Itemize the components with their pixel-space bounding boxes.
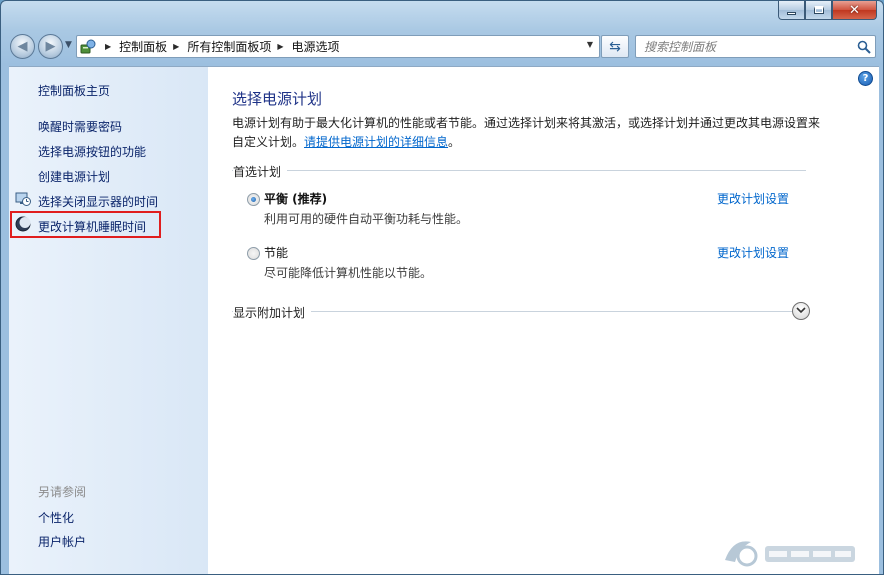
search-icon[interactable] <box>853 36 875 57</box>
divider <box>232 311 798 312</box>
chevron-down-icon <box>796 307 806 314</box>
forward-arrow-icon: ▶ <box>45 39 56 54</box>
page-description: 电源计划有助于最大化计算机的性能或者节能。通过选择计划来将其激活，或选择计划并通… <box>232 114 822 152</box>
sidebar-link-create-plan[interactable]: 创建电源计划 <box>38 168 110 185</box>
minimize-icon <box>787 11 796 15</box>
sidebar-link-power-buttons[interactable]: 选择电源按钮的功能 <box>38 143 146 160</box>
refresh-icon: ⇆ <box>609 38 621 55</box>
refresh-button[interactable]: ⇆ <box>601 35 629 58</box>
minimize-button[interactable] <box>778 1 805 20</box>
highlight-box <box>10 211 161 238</box>
breadcrumb-item-control-panel[interactable]: 控制面板 ▶ <box>119 36 187 57</box>
show-additional-plans-header[interactable]: 显示附加计划 <box>233 304 312 321</box>
sidebar-link-control-panel-home[interactable]: 控制面板主页 <box>38 82 110 99</box>
plan-power-saver-desc: 尽可能降低计算机性能以节能。 <box>264 266 433 280</box>
breadcrumb-separator-icon[interactable]: ▶ <box>173 42 179 51</box>
expand-additional-plans-button[interactable] <box>792 302 810 320</box>
plan-balanced-radio[interactable] <box>247 193 260 206</box>
breadcrumb-root-arrow[interactable]: ▶ <box>99 36 119 57</box>
maximize-icon <box>813 6 824 14</box>
address-bar[interactable]: ▶ 控制面板 ▶ 所有控制面板项 ▶ 电源选项 ▼ <box>76 35 600 58</box>
control-panel-window: ✕ ◀ ▶ ▼ ▶ 控制面板 ▶ 所有控制面板项 ▶ 电源选项 ▼ ⇆ 搜索控制… <box>0 0 884 575</box>
help-button[interactable]: ? <box>858 71 873 86</box>
description-end: 。 <box>448 135 461 149</box>
plan-power-saver-radio[interactable] <box>247 247 260 260</box>
back-arrow-icon: ◀ <box>17 39 28 54</box>
breadcrumb-separator-icon[interactable]: ▶ <box>277 42 283 51</box>
monitor-clock-icon <box>15 191 31 207</box>
plan-power-saver-change-settings-link[interactable]: 更改计划设置 <box>717 244 789 261</box>
task-sidebar: 控制面板主页 唤醒时需要密码 选择电源按钮的功能 创建电源计划 选择关闭显示器的… <box>9 67 208 574</box>
sidebar-link-display-off-time[interactable]: 选择关闭显示器的时间 <box>38 193 158 210</box>
search-input[interactable]: 搜索控制面板 <box>636 38 853 55</box>
maximize-button[interactable] <box>805 1 832 20</box>
help-icon: ? <box>862 73 869 84</box>
sidebar-link-user-accounts[interactable]: 用户帐户 <box>38 533 86 550</box>
breadcrumb-item-all-items[interactable]: 所有控制面板项 ▶ <box>187 36 291 57</box>
plan-balanced-change-settings-link[interactable]: 更改计划设置 <box>717 190 789 207</box>
main-panel: ? 选择电源计划 电源计划有助于最大化计算机的性能或者节能。通过选择计划来将其激… <box>208 67 879 574</box>
recent-pages-dropdown[interactable]: ▼ <box>65 40 72 50</box>
close-icon: ✕ <box>849 2 860 18</box>
navigation-bar: ◀ ▶ ▼ ▶ 控制面板 ▶ 所有控制面板项 ▶ 电源选项 ▼ ⇆ 搜索控制面板 <box>1 29 883 63</box>
page-title: 选择电源计划 <box>232 90 323 108</box>
breadcrumb-label: 电源选项 <box>291 40 340 54</box>
plan-details-link[interactable]: 请提供电源计划的详细信息 <box>304 135 448 149</box>
divider <box>232 170 806 171</box>
sidebar-link-personalization[interactable]: 个性化 <box>38 509 74 526</box>
see-also-header: 另请参阅 <box>38 485 87 499</box>
forward-button[interactable]: ▶ <box>38 34 63 59</box>
breadcrumb-label: 所有控制面板项 <box>187 40 272 54</box>
caption-buttons: ✕ <box>778 1 877 21</box>
breadcrumb-item-power-options[interactable]: 电源选项 <box>292 36 340 57</box>
plan-balanced-desc: 利用可用的硬件自动平衡功耗与性能。 <box>264 212 469 226</box>
site-watermark-logo <box>717 534 867 570</box>
back-button[interactable]: ◀ <box>10 34 35 59</box>
sidebar-link-wake-password[interactable]: 唤醒时需要密码 <box>38 118 122 135</box>
close-button[interactable]: ✕ <box>832 1 877 20</box>
breadcrumb-label: 控制面板 <box>119 40 168 54</box>
search-box[interactable]: 搜索控制面板 <box>635 35 876 58</box>
plan-balanced-name[interactable]: 平衡 (推荐) <box>264 190 327 207</box>
content-area: 控制面板主页 唤醒时需要密码 选择电源按钮的功能 创建电源计划 选择关闭显示器的… <box>9 66 879 574</box>
plan-power-saver-name[interactable]: 节能 <box>264 244 288 261</box>
address-dropdown-icon[interactable]: ▼ <box>587 40 593 49</box>
preferred-plans-header: 首选计划 <box>233 163 288 180</box>
control-panel-icon <box>77 36 99 57</box>
